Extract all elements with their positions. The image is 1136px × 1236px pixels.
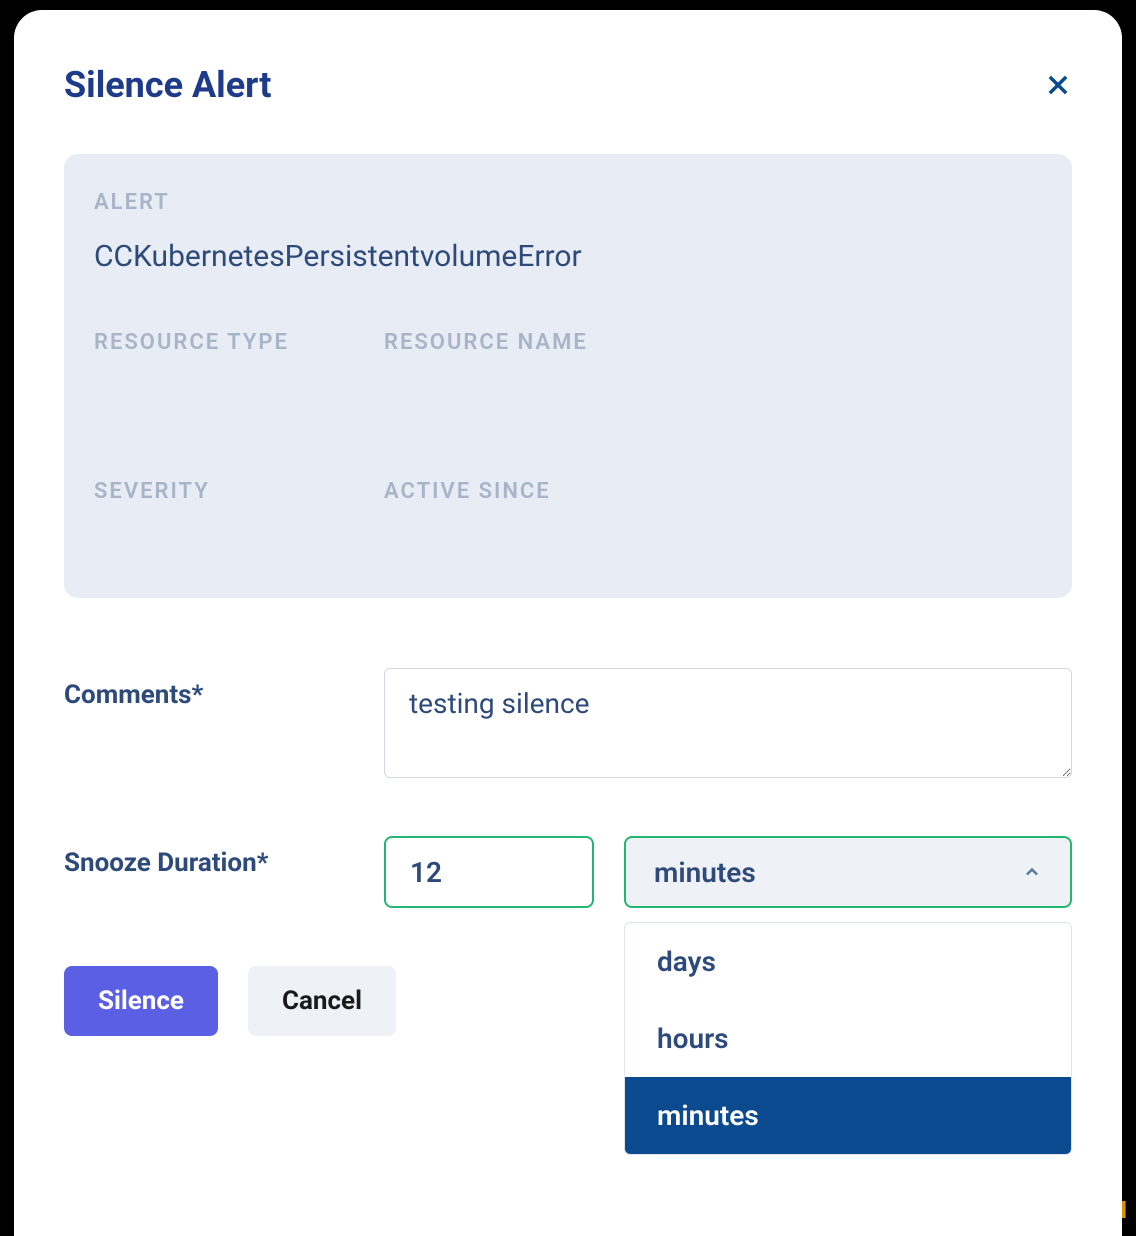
- modal-title: Silence Alert: [64, 64, 271, 106]
- silence-alert-modal: Silence Alert ALERT CCKubernetesPersiste…: [14, 10, 1122, 1236]
- duration-option-days[interactable]: days: [625, 923, 1071, 1000]
- duration-value-input[interactable]: [384, 836, 594, 908]
- cancel-button[interactable]: Cancel: [248, 966, 396, 1036]
- close-icon[interactable]: [1044, 71, 1072, 99]
- duration-unit-value: minutes: [654, 856, 756, 889]
- comments-row: Comments*: [64, 668, 1072, 778]
- duration-option-minutes[interactable]: minutes: [625, 1077, 1071, 1154]
- comments-input[interactable]: [384, 668, 1072, 778]
- duration-unit-dropdown[interactable]: minutes: [624, 836, 1072, 908]
- severity-label: SEVERITY: [94, 479, 384, 504]
- chevron-up-icon: [1022, 862, 1042, 882]
- modal-header: Silence Alert: [64, 64, 1072, 106]
- alert-details-panel: ALERT CCKubernetesPersistentvolumeError …: [64, 154, 1072, 598]
- resource-name-label: RESOURCE NAME: [384, 330, 1042, 355]
- alert-label: ALERT: [94, 190, 1042, 215]
- alert-name-value: CCKubernetesPersistentvolumeError: [94, 239, 1042, 274]
- duration-unit-menu: days hours minutes: [624, 922, 1072, 1155]
- silence-button[interactable]: Silence: [64, 966, 218, 1036]
- active-since-label: ACTIVE SINCE: [384, 479, 1042, 504]
- resource-type-label: RESOURCE TYPE: [94, 330, 384, 355]
- comments-label: Comments*: [64, 668, 384, 710]
- duration-label: Snooze Duration*: [64, 836, 384, 878]
- duration-row: Snooze Duration* minutes days hours minu…: [64, 836, 1072, 908]
- duration-option-hours[interactable]: hours: [625, 1000, 1071, 1077]
